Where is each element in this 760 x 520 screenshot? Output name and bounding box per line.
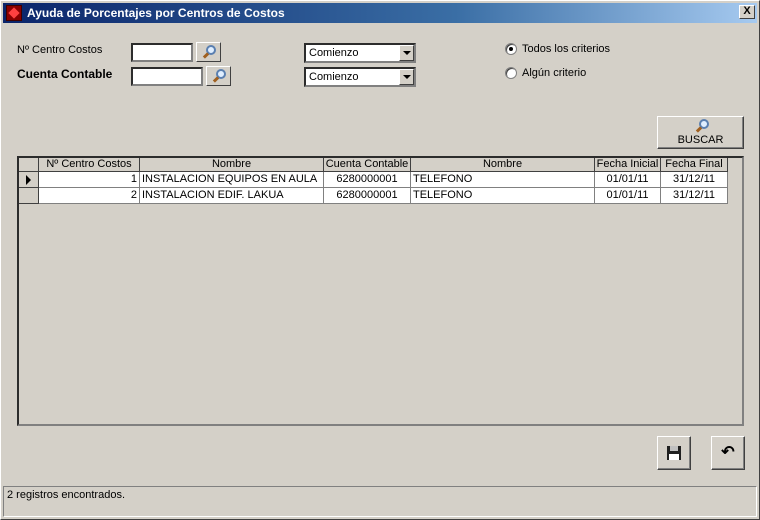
radio-all-criteria-label[interactable]: Todos los criterios (522, 43, 610, 55)
status-bar: 2 registros encontrados. (3, 486, 757, 517)
centro-costos-search-button[interactable] (196, 42, 221, 62)
cuenta-contable-search-button[interactable] (206, 66, 231, 86)
column-header-centro[interactable]: Nº Centro Costos (39, 158, 140, 172)
buscar-label: BUSCAR (677, 134, 724, 146)
magnifier-icon (212, 69, 226, 83)
title-bar: Ayuda de Porcentajes por Centros de Cost… (3, 3, 757, 23)
undo-button[interactable]: ↶ (711, 436, 745, 470)
save-button[interactable] (657, 436, 691, 470)
undo-arrow-icon: ↶ (721, 444, 735, 461)
column-header-fecha-final[interactable]: Fecha Final (661, 158, 728, 172)
table-cell-centro[interactable]: 2 (39, 188, 140, 204)
column-header-cuenta[interactable]: Cuenta Contable (324, 158, 411, 172)
magnifier-icon (695, 119, 709, 133)
table-cell-nombre-centro[interactable]: INSTALACION EQUIPOS EN AULA (140, 172, 324, 188)
magnifier-icon (202, 45, 216, 59)
radio-any-criteria-label[interactable]: Algún criterio (522, 67, 586, 79)
app-icon (6, 5, 22, 21)
table-cell-nombre-cuenta[interactable]: TELEFONO (411, 188, 595, 204)
cuenta-contable-match-value: Comienzo (309, 71, 359, 83)
grid-corner-header (19, 158, 39, 172)
status-text: 2 registros encontrados. (7, 489, 126, 501)
column-header-nombre-centro[interactable]: Nombre (140, 158, 324, 172)
table-cell-fecha-final[interactable]: 31/12/11 (661, 188, 728, 204)
table-cell-fecha-inicial[interactable]: 01/01/11 (595, 172, 661, 188)
centro-costos-match-select[interactable]: Comienzo (304, 43, 416, 63)
dialog-window: Ayuda de Porcentajes por Centros de Cost… (0, 0, 760, 520)
column-header-nombre-cuenta[interactable]: Nombre (411, 158, 595, 172)
row-indicator[interactable] (19, 172, 39, 188)
current-row-pointer-icon (26, 175, 31, 185)
table-cell-fecha-inicial[interactable]: 01/01/11 (595, 188, 661, 204)
results-grid[interactable]: Nº Centro Costos Nombre Cuenta Contable … (17, 156, 744, 426)
chevron-down-icon[interactable] (399, 69, 414, 85)
centro-costos-input[interactable] (131, 43, 193, 62)
cuenta-contable-label: Cuenta Contable (17, 67, 113, 81)
centro-costos-label: Nº Centro Costos (17, 44, 103, 56)
buscar-button[interactable]: BUSCAR (657, 116, 744, 149)
table-cell-centro[interactable]: 1 (39, 172, 140, 188)
radio-all-criteria[interactable] (505, 43, 517, 55)
radio-any-criteria[interactable] (505, 67, 517, 79)
table-cell-fecha-final[interactable]: 31/12/11 (661, 172, 728, 188)
cuenta-contable-match-select[interactable]: Comienzo (304, 67, 416, 87)
floppy-disk-icon (667, 446, 681, 460)
table-cell-cuenta[interactable]: 6280000001 (324, 172, 411, 188)
close-button[interactable]: X (739, 5, 755, 19)
column-header-fecha-inicial[interactable]: Fecha Inicial (595, 158, 661, 172)
cuenta-contable-input[interactable] (131, 67, 203, 86)
chevron-down-icon[interactable] (399, 45, 414, 61)
row-indicator[interactable] (19, 188, 39, 204)
centro-costos-match-value: Comienzo (309, 47, 359, 59)
table-cell-nombre-centro[interactable]: INSTALACION EDIF. LAKUA (140, 188, 324, 204)
window-title: Ayuda de Porcentajes por Centros de Cost… (27, 6, 285, 20)
table-cell-nombre-cuenta[interactable]: TELEFONO (411, 172, 595, 188)
table-cell-cuenta[interactable]: 6280000001 (324, 188, 411, 204)
